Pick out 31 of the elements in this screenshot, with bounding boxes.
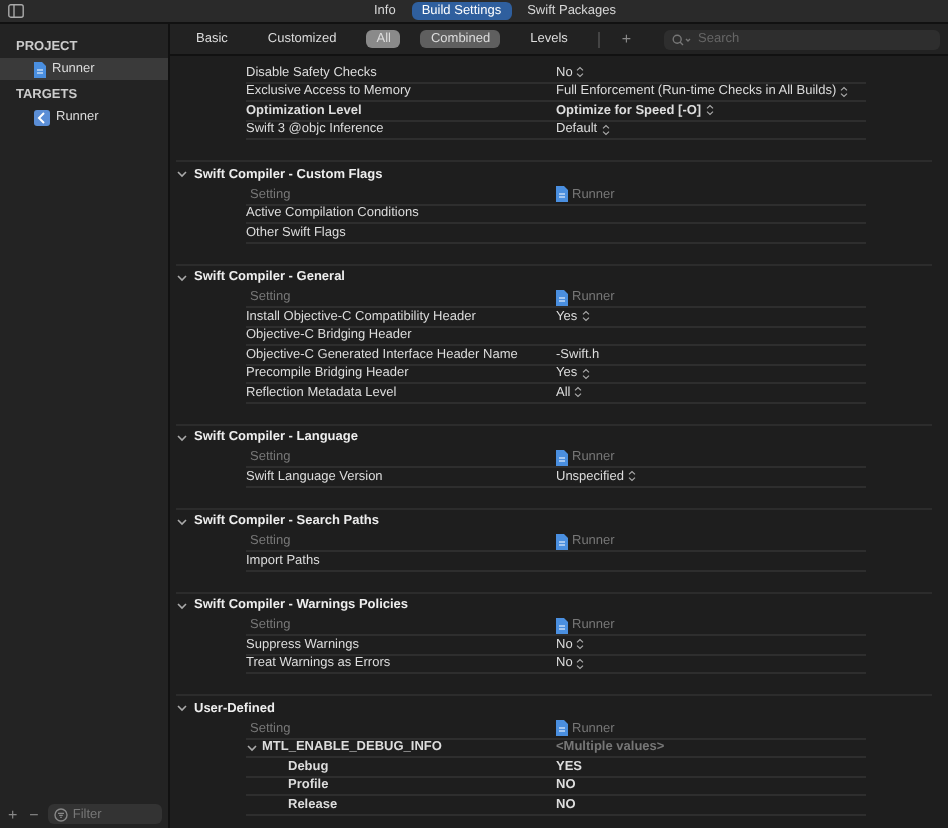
disclosure-chevron-icon[interactable]	[176, 271, 188, 283]
popup-arrows-icon	[601, 123, 610, 136]
popup-arrows-icon	[627, 470, 636, 483]
popup-arrows-icon	[581, 310, 590, 323]
search-icon	[672, 33, 692, 45]
popup-arrows-icon	[581, 367, 590, 380]
document-icon	[34, 61, 46, 77]
document-icon	[556, 533, 568, 550]
app-icon	[34, 109, 50, 125]
add-button[interactable]: +	[6, 805, 20, 823]
popup-arrows-icon	[576, 66, 585, 79]
popup-arrows-icon	[576, 638, 585, 651]
disclosure-chevron-icon[interactable]	[176, 599, 188, 611]
document-icon	[556, 617, 568, 634]
disclosure-chevron-icon[interactable]	[176, 515, 188, 527]
filter-icon	[54, 807, 69, 821]
popup-arrows-icon	[574, 386, 583, 399]
document-icon	[556, 449, 568, 466]
add-setting-button[interactable]: +	[619, 30, 634, 48]
document-icon	[556, 186, 568, 203]
disclosure-chevron-icon[interactable]	[176, 431, 188, 443]
disclosure-chevron-icon[interactable]	[176, 702, 188, 714]
disclosure-chevron-icon[interactable]	[176, 168, 188, 180]
popup-arrows-icon	[840, 85, 849, 98]
disclosure-chevron-icon[interactable]	[246, 741, 258, 754]
remove-button[interactable]: −	[27, 805, 41, 823]
sidebar-toggle-icon[interactable]	[8, 4, 24, 18]
document-icon	[556, 720, 568, 737]
document-icon	[556, 289, 568, 306]
popup-arrows-icon	[705, 104, 714, 117]
popup-arrows-icon	[576, 657, 585, 670]
